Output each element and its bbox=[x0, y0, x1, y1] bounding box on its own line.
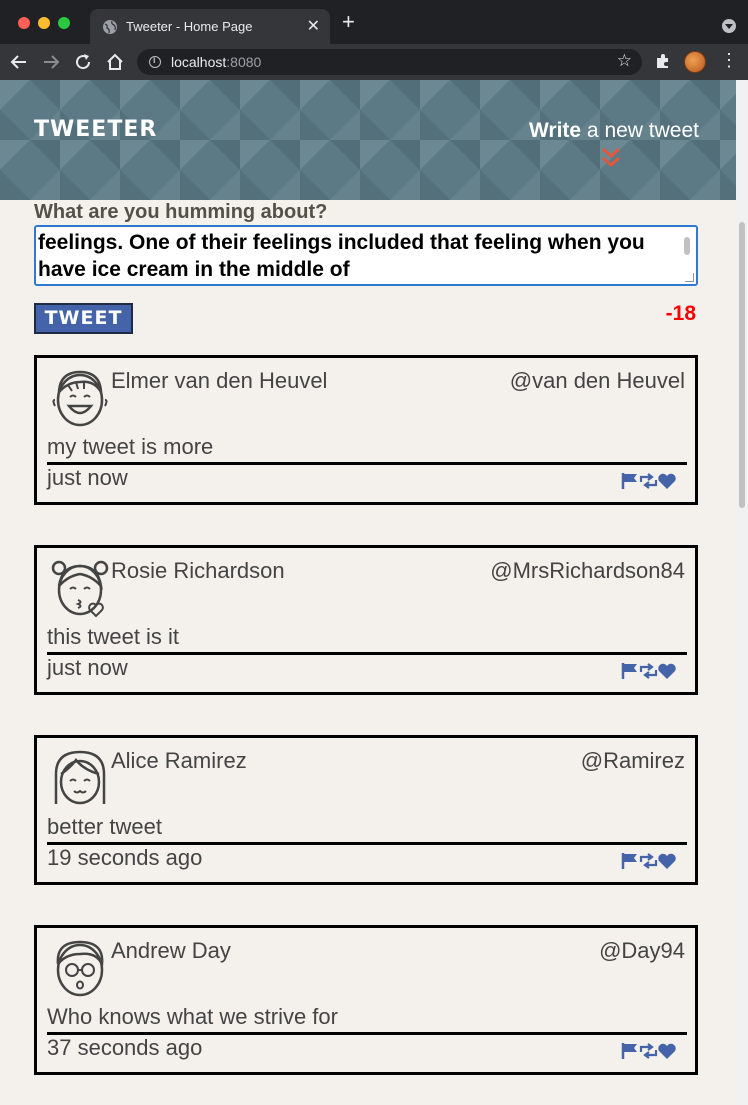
flag-icon[interactable] bbox=[621, 473, 637, 489]
tweet-divider bbox=[47, 462, 687, 465]
tweet-timestamp: 37 seconds ago bbox=[47, 1035, 203, 1060]
new-tab-button[interactable]: + bbox=[342, 11, 355, 33]
tweet-actions bbox=[621, 853, 676, 869]
smiling-man-icon bbox=[52, 370, 108, 427]
profile-avatar[interactable] bbox=[684, 51, 706, 73]
tweet-actions bbox=[621, 663, 676, 679]
double-chevron-down-icon[interactable] bbox=[600, 147, 622, 169]
url-text: localhost:8080 bbox=[171, 54, 261, 70]
write-bold-text: Write bbox=[528, 119, 582, 142]
tweet-actions bbox=[621, 1043, 676, 1059]
flag-icon[interactable] bbox=[621, 663, 637, 679]
tweet-textarea-text: feelings. One of their feelings included… bbox=[38, 231, 645, 281]
tweet-text: this tweet is it bbox=[47, 624, 180, 649]
flag-icon[interactable] bbox=[621, 853, 637, 869]
tweet-card: Alice Ramirez @Ramirez better tweet 19 s… bbox=[34, 735, 698, 885]
tweet-text: my tweet is more bbox=[47, 434, 214, 459]
compose-label: What are you humming about? bbox=[34, 201, 328, 223]
write-new-tweet-link[interactable]: Write a new tweet bbox=[529, 119, 699, 143]
browser-tab[interactable]: Tweeter - Home Page ✕ bbox=[90, 9, 330, 44]
tweeter-logo: TWEETER bbox=[34, 117, 158, 142]
url-host: localhost bbox=[171, 54, 227, 70]
retweet-icon[interactable] bbox=[639, 473, 658, 489]
heart-icon[interactable] bbox=[658, 663, 676, 679]
bookmark-star-icon[interactable]: ☆ bbox=[617, 51, 632, 71]
close-window-button[interactable] bbox=[18, 17, 30, 29]
tweet-author-name: Alice Ramirez bbox=[111, 748, 247, 773]
extensions-puzzle-icon[interactable] bbox=[654, 52, 672, 75]
tweet-card: Elmer van den Heuvel @van den Heuvel my … bbox=[34, 355, 698, 505]
browser-toolbar: localhost:8080 ☆ ⋮ bbox=[0, 44, 748, 80]
forward-arrow-icon[interactable] bbox=[40, 51, 62, 73]
tweet-textarea[interactable]: feelings. One of their feelings included… bbox=[34, 225, 698, 286]
tweet-timestamp: just now bbox=[47, 655, 128, 680]
tweet-card: Rosie Richardson @MrsRichardson84 this t… bbox=[34, 545, 698, 695]
browser-menu-icon[interactable]: ⋮ bbox=[720, 50, 738, 71]
tweeter-page: TWEETER Write a new tweet What are you h… bbox=[0, 80, 736, 1105]
tweet-submit-button[interactable]: TWEET bbox=[34, 303, 133, 334]
heart-icon[interactable] bbox=[658, 1043, 676, 1059]
retweet-icon[interactable] bbox=[639, 853, 658, 869]
heart-icon[interactable] bbox=[658, 473, 676, 489]
tweet-text: Who knows what we strive for bbox=[47, 1004, 338, 1029]
address-bar[interactable]: localhost:8080 ☆ bbox=[137, 49, 642, 75]
globe-icon bbox=[103, 20, 117, 34]
heart-icon[interactable] bbox=[658, 853, 676, 869]
tweet-author-name: Rosie Richardson bbox=[111, 558, 285, 583]
site-info-icon[interactable] bbox=[149, 55, 161, 68]
character-counter: -18 bbox=[665, 302, 696, 325]
tweet-card: Andrew Day @Day94 Who knows what we stri… bbox=[34, 925, 698, 1075]
tweet-author-handle: @MrsRichardson84 bbox=[490, 558, 685, 583]
maximize-window-button[interactable] bbox=[58, 17, 70, 29]
kissing-girl-icon bbox=[51, 560, 109, 618]
tweet-author-handle: @Ramirez bbox=[580, 748, 685, 773]
happy-girl-icon bbox=[54, 750, 106, 805]
tweet-text: better tweet bbox=[47, 814, 162, 839]
tab-title: Tweeter - Home Page bbox=[126, 19, 253, 34]
tweet-author-handle: @van den Heuvel bbox=[509, 368, 685, 393]
page-header: TWEETER Write a new tweet bbox=[0, 80, 736, 200]
back-arrow-icon[interactable] bbox=[8, 51, 30, 73]
tweet-timestamp: 19 seconds ago bbox=[47, 845, 203, 870]
reload-icon[interactable] bbox=[72, 51, 94, 73]
tweet-actions bbox=[621, 473, 676, 489]
man-with-glasses-icon bbox=[56, 940, 104, 997]
tweet-divider bbox=[47, 652, 687, 655]
tweet-author-name: Elmer van den Heuvel bbox=[111, 368, 328, 393]
url-port: :8080 bbox=[226, 54, 262, 70]
minimize-window-button[interactable] bbox=[38, 17, 50, 29]
close-tab-icon[interactable]: ✕ bbox=[307, 16, 320, 36]
textarea-resize-handle[interactable] bbox=[685, 273, 694, 282]
tweet-author-name: Andrew Day bbox=[111, 938, 231, 963]
flag-icon[interactable] bbox=[621, 1043, 637, 1059]
retweet-icon[interactable] bbox=[639, 1043, 658, 1059]
tweet-timestamp: just now bbox=[47, 465, 128, 490]
write-rest-text: a new tweet bbox=[581, 119, 699, 142]
textarea-scrollbar[interactable] bbox=[684, 237, 690, 255]
tab-search-icon[interactable] bbox=[722, 19, 736, 33]
page-scrollbar-thumb[interactable] bbox=[739, 222, 745, 508]
tweet-author-handle: @Day94 bbox=[599, 938, 685, 963]
home-icon[interactable] bbox=[104, 51, 126, 73]
retweet-icon[interactable] bbox=[639, 663, 658, 679]
browser-tab-bar: Tweeter - Home Page ✕ + bbox=[0, 0, 748, 44]
